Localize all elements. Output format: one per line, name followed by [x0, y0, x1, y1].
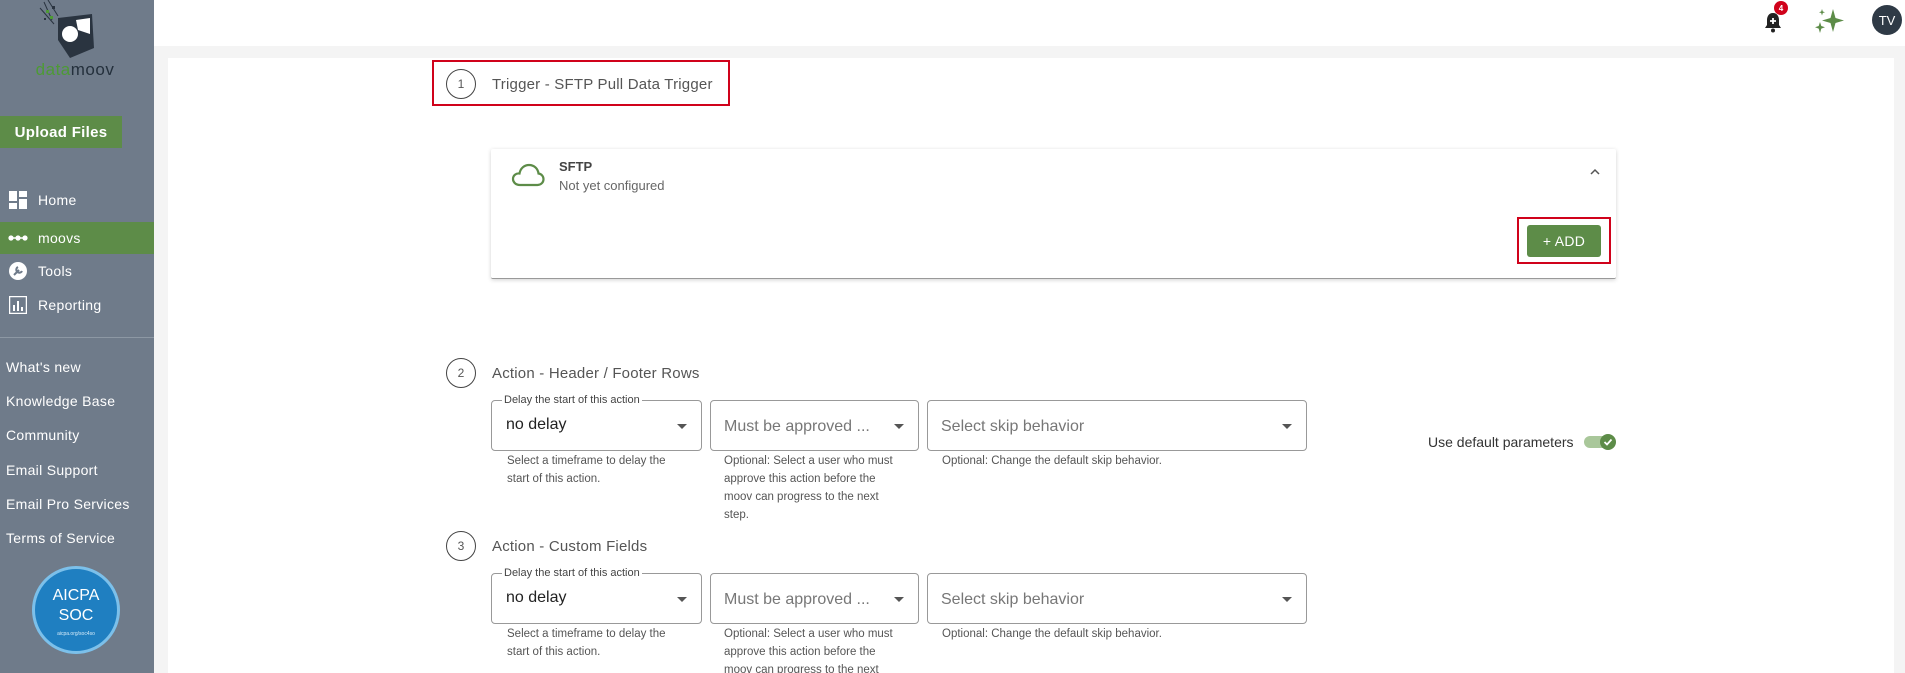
field-placeholder: Select skip behavior: [941, 591, 1085, 608]
dropdown-arrow-icon: [894, 424, 904, 429]
default-params-toggle[interactable]: [1584, 434, 1616, 450]
logo-text: datamoov: [35, 60, 115, 79]
skip-help-text: Optional: Change the default skip behavi…: [942, 628, 1162, 640]
field-legend: Delay the start of this action: [502, 567, 642, 579]
aicpa-soc-badge: AICPA SOC aicpa.org/soc4so: [32, 566, 120, 654]
default-params-label: Use default parameters: [1428, 434, 1574, 450]
notification-count-badge: 4: [1774, 1, 1788, 15]
step-3-header[interactable]: 3 Action - Custom Fields: [446, 531, 647, 561]
sidebar: datamoov Upload Files Home moovs Tools R…: [0, 0, 154, 673]
wrench-icon: [8, 261, 28, 281]
step-number: 3: [446, 531, 476, 561]
upload-files-button[interactable]: Upload Files: [0, 116, 122, 148]
badge-line3: aicpa.org/soc4so: [57, 631, 95, 637]
approver-help-text: Optional: Select a user who must approve…: [724, 628, 893, 673]
sidebar-divider: [0, 337, 154, 338]
bar-chart-icon: [8, 295, 28, 315]
sparkle-ai-icon[interactable]: [1812, 6, 1846, 36]
card-status: Not yet configured: [559, 178, 665, 193]
nodes-icon: [8, 228, 28, 248]
skip-help-text: Optional: Change the default skip behavi…: [942, 455, 1162, 467]
dropdown-arrow-icon: [677, 424, 687, 429]
avatar[interactable]: TV: [1872, 5, 1902, 35]
approver-select-step-3[interactable]: Must be approved ...: [710, 573, 919, 624]
link-whats-new[interactable]: What's new: [6, 359, 81, 375]
sftp-trigger-card: SFTP Not yet configured + ADD: [491, 149, 1616, 279]
field-placeholder: Select skip behavior: [941, 418, 1085, 435]
sidebar-item-reporting[interactable]: Reporting: [0, 289, 154, 321]
link-email-support[interactable]: Email Support: [6, 462, 98, 478]
sidebar-item-label: Home: [38, 192, 77, 208]
skip-select-step-3[interactable]: Select skip behavior: [927, 573, 1307, 624]
link-terms-of-service[interactable]: Terms of Service: [6, 530, 115, 546]
sidebar-item-label: moovs: [38, 230, 81, 246]
cloud-icon: [511, 162, 545, 188]
step-title: Action - Custom Fields: [492, 537, 648, 555]
skip-select-step-2[interactable]: Select skip behavior: [927, 400, 1307, 451]
field-placeholder: Must be approved ...: [724, 418, 870, 435]
highlight-box-add: [1517, 217, 1611, 264]
link-community[interactable]: Community: [6, 427, 80, 443]
step-title: Action - Header / Footer Rows: [492, 364, 700, 382]
sidebar-item-home[interactable]: Home: [0, 184, 154, 216]
delay-select-step-3[interactable]: Delay the start of this action no delay: [491, 567, 702, 624]
step-2-header[interactable]: 2 Action - Header / Footer Rows: [446, 358, 700, 388]
badge-line1: AICPA: [52, 587, 100, 604]
link-knowledge-base[interactable]: Knowledge Base: [6, 393, 115, 409]
dropdown-arrow-icon: [894, 597, 904, 602]
field-value: no delay: [506, 589, 567, 606]
dashboard-icon: [8, 190, 28, 210]
sidebar-item-moovs[interactable]: moovs: [0, 222, 154, 254]
chevron-up-icon[interactable]: [1589, 165, 1601, 177]
card-title: SFTP: [559, 159, 593, 174]
dropdown-arrow-icon: [1282, 424, 1292, 429]
sidebar-item-tools[interactable]: Tools: [0, 255, 154, 287]
logo-mark-icon: [39, 0, 94, 58]
delay-help-text: Select a timeframe to delay the start of…: [507, 455, 666, 485]
approver-select-step-2[interactable]: Must be approved ...: [710, 400, 919, 451]
field-legend: Delay the start of this action: [502, 394, 642, 406]
highlight-box-trigger: [432, 60, 730, 106]
dropdown-arrow-icon: [1282, 597, 1292, 602]
datamoov-logo[interactable]: datamoov: [0, 0, 154, 90]
badge-line2: SOC: [58, 607, 94, 624]
approver-help-text: Optional: Select a user who must approve…: [724, 455, 893, 521]
delay-select-step-2[interactable]: Delay the start of this action no delay: [491, 394, 702, 451]
field-placeholder: Must be approved ...: [724, 591, 870, 608]
sidebar-item-label: Reporting: [38, 297, 102, 313]
sidebar-item-label: Tools: [38, 263, 73, 279]
top-bar: [154, 0, 1905, 46]
delay-help-text: Select a timeframe to delay the start of…: [507, 628, 666, 658]
step-number: 2: [446, 358, 476, 388]
link-email-pro-services[interactable]: Email Pro Services: [6, 496, 130, 512]
field-value: no delay: [506, 416, 567, 433]
dropdown-arrow-icon: [677, 597, 687, 602]
